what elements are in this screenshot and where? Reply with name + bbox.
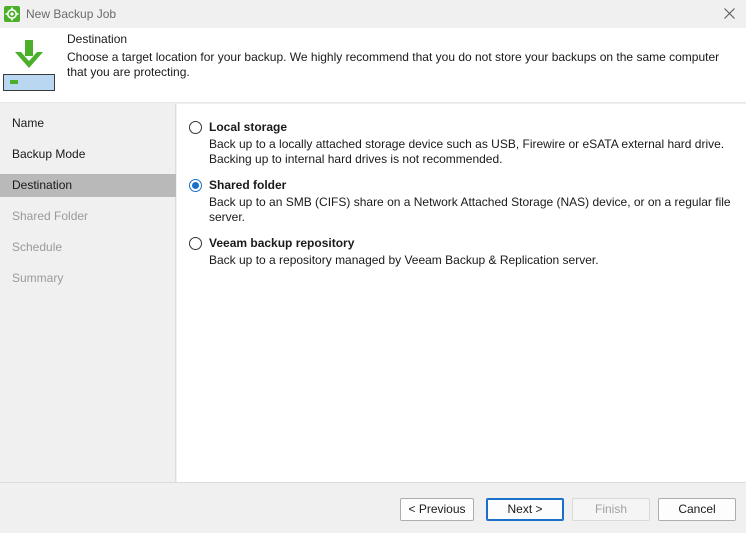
close-button[interactable]	[712, 0, 746, 28]
page-description: Choose a target location for your backup…	[67, 50, 720, 79]
step-name[interactable]: Name	[0, 112, 176, 135]
destination-options: Local storage Back up to a locally attac…	[177, 104, 746, 482]
window-title: New Backup Job	[26, 7, 117, 21]
option-local-storage[interactable]: Local storage Back up to a locally attac…	[189, 120, 734, 168]
option-title[interactable]: Veeam backup repository	[209, 236, 354, 250]
page-title: Destination	[67, 32, 128, 46]
finish-button: Finish	[572, 498, 650, 521]
backup-destination-icon	[3, 40, 55, 91]
option-description: Back up to an SMB (CIFS) share on a Netw…	[209, 195, 731, 224]
next-button[interactable]: Next >	[486, 498, 564, 521]
close-icon	[724, 8, 735, 19]
option-shared-folder[interactable]: Shared folder Back up to an SMB (CIFS) s…	[189, 178, 734, 226]
step-backup-mode[interactable]: Backup Mode	[0, 143, 176, 166]
option-title[interactable]: Local storage	[209, 120, 287, 134]
option-veeam-repository[interactable]: Veeam backup repository Back up to a rep…	[189, 236, 734, 270]
option-description: Back up to a locally attached storage de…	[209, 137, 725, 166]
veeam-repository-radio[interactable]	[189, 237, 202, 250]
option-description: Back up to a repository managed by Veeam…	[209, 253, 599, 267]
step-shared-folder: Shared Folder	[12, 209, 89, 223]
shared-folder-radio[interactable]	[189, 179, 202, 192]
cancel-button[interactable]: Cancel	[658, 498, 736, 521]
option-title[interactable]: Shared folder	[209, 178, 286, 192]
step-summary: Summary	[12, 271, 64, 285]
step-destination[interactable]: Destination	[0, 174, 176, 197]
wizard-footer: < Previous Next > Finish Cancel	[0, 482, 746, 533]
local-storage-radio[interactable]	[189, 121, 202, 134]
veeam-app-icon	[4, 6, 20, 22]
wizard-header: Destination Choose a target location for…	[0, 28, 746, 103]
wizard-steps: Name Backup Mode Destination Shared Fold…	[0, 104, 176, 482]
step-schedule: Schedule	[12, 240, 63, 254]
previous-button[interactable]: < Previous	[400, 498, 474, 521]
title-bar: New Backup Job	[0, 0, 746, 28]
